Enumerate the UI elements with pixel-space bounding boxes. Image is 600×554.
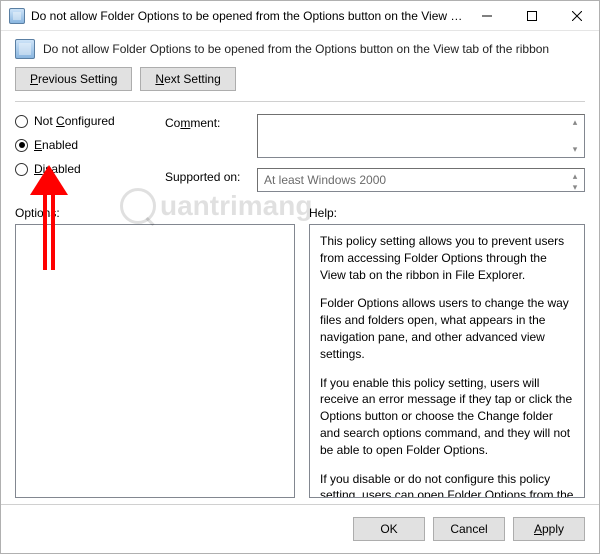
help-label: Help: — [309, 206, 585, 224]
ok-button[interactable]: OK — [353, 517, 425, 541]
minimize-icon — [482, 11, 492, 21]
next-setting-button[interactable]: Next Setting — [140, 67, 235, 91]
maximize-icon — [527, 11, 537, 21]
supported-field: At least Windows 2000 ▴▾ — [257, 168, 585, 192]
footer: OK Cancel Apply — [1, 504, 599, 553]
supported-label: Supported on: — [165, 168, 249, 184]
close-button[interactable] — [554, 1, 599, 31]
nav-row: Previous Setting Next Setting — [1, 67, 599, 101]
window-title: Do not allow Folder Options to be opened… — [31, 9, 464, 23]
help-paragraph: If you disable or do not configure this … — [320, 471, 574, 498]
header-row: Do not allow Folder Options to be opened… — [1, 31, 599, 67]
radio-disabled[interactable]: Disabled — [15, 162, 145, 176]
help-paragraph: Folder Options allows users to change th… — [320, 295, 574, 362]
policy-icon — [15, 39, 35, 59]
title-bar: Do not allow Folder Options to be opened… — [1, 1, 599, 31]
comment-label: Comment: — [165, 114, 249, 130]
options-label: Options: — [15, 206, 295, 224]
radio-icon — [15, 163, 28, 176]
previous-setting-button[interactable]: Previous Setting — [15, 67, 132, 91]
help-paragraph: If you enable this policy setting, users… — [320, 375, 574, 459]
cancel-button[interactable]: Cancel — [433, 517, 505, 541]
maximize-button[interactable] — [509, 1, 554, 31]
help-box[interactable]: This policy setting allows you to preven… — [309, 224, 585, 498]
radio-icon — [15, 139, 28, 152]
radio-enabled[interactable]: Enabled — [15, 138, 145, 152]
app-icon — [9, 8, 25, 24]
comment-field[interactable]: ▴▾ — [257, 114, 585, 158]
radio-icon — [15, 115, 28, 128]
options-box — [15, 224, 295, 498]
scrollbar[interactable]: ▴▾ — [568, 171, 582, 189]
scrollbar[interactable]: ▴▾ — [568, 117, 582, 155]
help-paragraph: This policy setting allows you to preven… — [320, 233, 574, 283]
state-radios: Not Configured Enabled Disabled — [15, 114, 145, 192]
apply-button[interactable]: Apply — [513, 517, 585, 541]
radio-not-configured[interactable]: Not Configured — [15, 114, 145, 128]
close-icon — [572, 11, 582, 21]
policy-title: Do not allow Folder Options to be opened… — [43, 42, 549, 56]
minimize-button[interactable] — [464, 1, 509, 31]
